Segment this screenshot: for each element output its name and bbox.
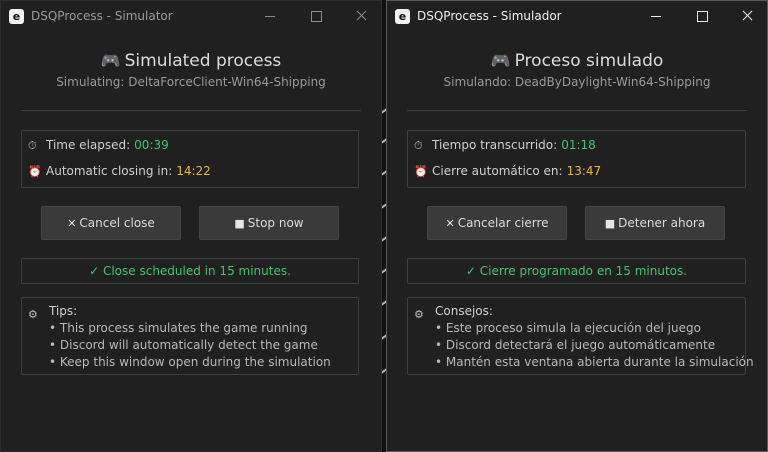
timer-panel: ⏱ Time elapsed: 00:39 ⏰ Automatic closing i… bbox=[21, 130, 359, 188]
simulator-window-spanish: e DSQProcess - Simulador 🎮 Proceso simula… bbox=[386, 0, 768, 452]
elapsed-row: ⏱ Tiempo transcurrido: 01:18 bbox=[414, 138, 596, 153]
divider bbox=[407, 110, 747, 111]
stopwatch-icon: ⏱ bbox=[414, 139, 423, 152]
divider bbox=[21, 110, 361, 111]
tip-item: • This process simulates the game runnin… bbox=[49, 321, 308, 335]
closing-value: 13:47 bbox=[566, 164, 602, 178]
close-button[interactable] bbox=[347, 5, 375, 27]
cancel-close-button[interactable]: ✕ Cancel close bbox=[41, 206, 181, 240]
stop-icon: ■ bbox=[604, 217, 616, 230]
elapsed-value: 01:18 bbox=[561, 138, 596, 152]
app-icon: e bbox=[9, 9, 24, 24]
closing-row: ⏰ Cierre automático en: 13:47 bbox=[414, 164, 601, 178]
stop-now-label: Detener ahora bbox=[618, 216, 706, 230]
close-x-icon: ✕ bbox=[67, 217, 77, 230]
status-banner: ✓ Close scheduled in 15 minutes. bbox=[21, 258, 359, 284]
minimize-button[interactable] bbox=[643, 5, 671, 27]
timer-panel: ⏱ Tiempo transcurrido: 01:18 ⏰ Cierre autom… bbox=[407, 130, 746, 188]
process-name: Simulating: DeltaForceClient-Win64-Shipp… bbox=[56, 75, 326, 89]
page-title: 🎮 Simulated process bbox=[1, 51, 381, 71]
tips-icon: ⚙ bbox=[414, 308, 424, 321]
page-title: 🎮 Proceso simulado bbox=[387, 51, 767, 71]
elapsed-label: Time elapsed: bbox=[46, 138, 131, 152]
cancel-close-label: Cancelar cierre bbox=[457, 216, 549, 230]
close-button[interactable] bbox=[733, 5, 761, 27]
cancel-close-button[interactable]: ✕ Cancelar cierre bbox=[427, 206, 567, 240]
gamepad-icon: 🎮 bbox=[490, 51, 511, 70]
alarm-clock-icon: ⏰ bbox=[28, 165, 42, 178]
stop-now-label: Stop now bbox=[247, 216, 304, 230]
window-title: DSQProcess - Simulator bbox=[31, 9, 173, 23]
elapsed-label: Tiempo transcurrido: bbox=[432, 138, 558, 152]
tip-item: • Keep this window open during the simul… bbox=[49, 355, 331, 369]
elapsed-value: 00:39 bbox=[134, 138, 169, 152]
stop-now-button[interactable]: ■ Stop now bbox=[199, 206, 339, 240]
stop-icon: ■ bbox=[234, 217, 245, 230]
process-name: Simulando: DeadByDaylight-Win64-Shipping bbox=[443, 75, 711, 89]
page-title-text: Proceso simulado bbox=[514, 51, 664, 71]
tip-item: • Discord will automatically detect the … bbox=[49, 338, 318, 352]
app-icon: e bbox=[395, 9, 410, 24]
status-banner: ✓ Cierre programado en 15 minutos. bbox=[407, 258, 746, 284]
window-title: DSQProcess - Simulador bbox=[417, 9, 562, 23]
tip-item: • Mantén esta ventana abierta durante la… bbox=[435, 355, 754, 369]
gamepad-icon: 🎮 bbox=[100, 51, 121, 70]
tips-panel: ⚙ Consejos: • Este proceso simula la eje… bbox=[407, 297, 754, 375]
simulator-window-english: e DSQProcess - Simulator 🎮 Simulated proc… bbox=[0, 0, 382, 452]
closing-label: Cierre automático en: bbox=[432, 164, 563, 178]
close-x-icon: ✕ bbox=[445, 217, 455, 230]
closing-label: Automatic closing in: bbox=[46, 164, 173, 178]
stop-now-button[interactable]: ■ Detener ahora bbox=[585, 206, 725, 240]
status-text: Close scheduled in 15 minutes. bbox=[102, 264, 291, 278]
elapsed-row: ⏱ Time elapsed: 00:39 bbox=[28, 138, 169, 153]
tips-label: Consejos: bbox=[435, 304, 493, 318]
stopwatch-icon: ⏱ bbox=[28, 139, 37, 152]
tips-panel: ⚙ Tips: • This process simulates the gam… bbox=[21, 297, 359, 375]
tips-icon: ⚙ bbox=[28, 308, 38, 321]
status-text: Cierre programado en 15 minutos. bbox=[479, 264, 688, 278]
title-bar[interactable]: e DSQProcess - Simulator bbox=[1, 1, 381, 31]
cancel-close-label: Cancel close bbox=[79, 216, 155, 230]
closing-value: 14:22 bbox=[176, 164, 211, 178]
page-title-text: Simulated process bbox=[124, 51, 282, 71]
closing-row: ⏰ Automatic closing in: 14:22 bbox=[28, 164, 211, 178]
title-bar[interactable]: e DSQProcess - Simulador bbox=[387, 1, 767, 31]
tip-item: • Este proceso simula la ejecución del j… bbox=[435, 321, 701, 335]
alarm-clock-icon: ⏰ bbox=[414, 165, 428, 178]
tip-item: • Discord detectará el juego automáticam… bbox=[435, 338, 716, 352]
tips-label: Tips: bbox=[49, 304, 78, 318]
check-icon: ✓ bbox=[465, 264, 476, 278]
check-icon: ✓ bbox=[89, 264, 100, 278]
maximize-button[interactable] bbox=[689, 5, 717, 27]
minimize-button[interactable] bbox=[257, 5, 285, 27]
maximize-button[interactable] bbox=[303, 5, 331, 27]
